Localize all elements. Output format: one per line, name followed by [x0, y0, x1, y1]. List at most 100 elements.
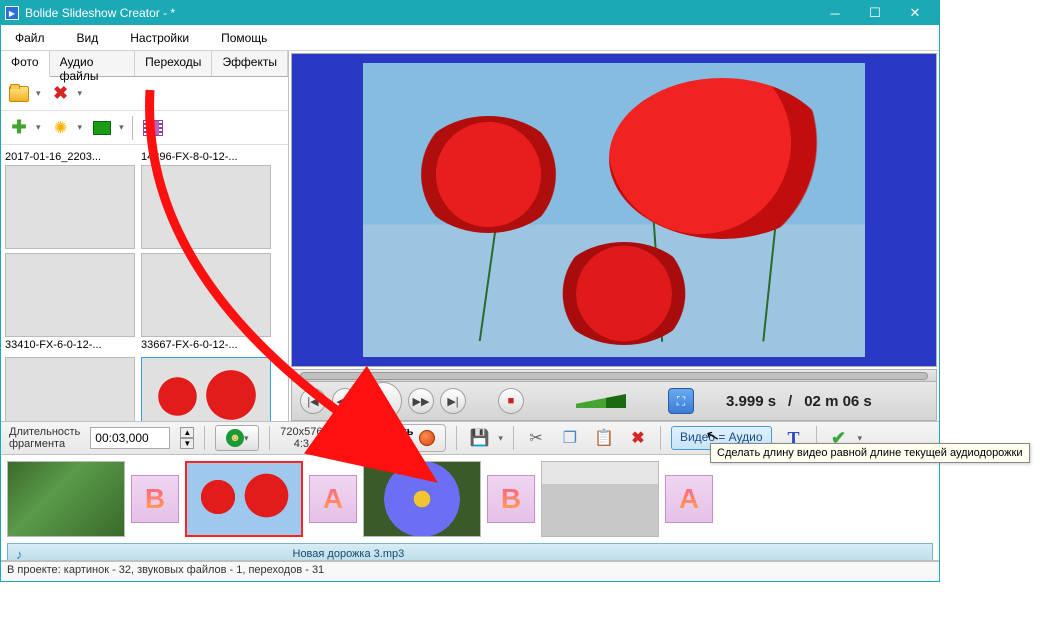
separator [660, 426, 661, 450]
movie-button[interactable] [141, 116, 165, 140]
open-folder-button[interactable] [7, 82, 31, 106]
add-button[interactable]: ✚ [7, 116, 31, 140]
save-label-1: Сохранить [355, 426, 414, 438]
left-panel: Фото Аудио файлы Переходы Эффекты ▾ ✖ ▾ … [1, 51, 289, 421]
main-area: Фото Аудио файлы Переходы Эффекты ▾ ✖ ▾ … [1, 51, 939, 421]
save-disk-button[interactable]: 💾 [467, 426, 491, 450]
menu-view[interactable]: Вид [71, 28, 105, 48]
preview-image [363, 63, 865, 356]
delete-button[interactable]: ✖ [49, 82, 73, 106]
separator [333, 426, 334, 450]
stop-button[interactable]: ■ [498, 388, 524, 414]
goto-start-button[interactable]: |◀ [300, 388, 326, 414]
cut-button[interactable]: ✂ [524, 426, 548, 450]
timeline: B A B A ♪ Новая дорожка 3.mp3 [1, 455, 939, 561]
paste-button[interactable]: 📋 [592, 426, 616, 450]
dropdown-icon[interactable]: ▾ [78, 88, 83, 99]
tooltip: Сделать длину видео равной длине текущей… [710, 443, 1030, 463]
transition-clip[interactable]: B [487, 475, 535, 523]
face-button[interactable]: ☻▾ [215, 425, 259, 451]
prev-button[interactable]: ◀◀ [332, 388, 358, 414]
face-icon: ☻ [226, 429, 244, 447]
thumb-item[interactable]: 14296-FX-8-0-12-... [141, 149, 273, 249]
thumb-image [141, 253, 271, 337]
timeline-clip[interactable] [541, 461, 659, 537]
close-button[interactable]: ✕ [895, 1, 935, 25]
thumb-item[interactable]: 33410-FX-6-0-12-... [5, 253, 137, 353]
duration-input[interactable] [90, 427, 170, 449]
tab-audio[interactable]: Аудио файлы [50, 51, 136, 76]
transition-letter: A [679, 483, 699, 515]
save-video-button[interactable]: Сохранитьвидео [344, 424, 447, 452]
maximize-button[interactable]: ☐ [855, 1, 895, 25]
thumb-image [5, 357, 135, 421]
timeline-clip[interactable] [7, 461, 125, 537]
preview-panel: |◀ ◀◀ ▶ ▶▶ ▶| ■ ⛶ 3.999 s / 02 m 06 s [289, 51, 939, 421]
menubar: Файл Вид Настройки Помощь [1, 25, 939, 51]
thumb-label: 2017-01-16_2203... [5, 149, 137, 165]
sun-icon: ✺ [54, 118, 67, 138]
aspect-value: 4:3 [280, 438, 322, 450]
transition-letter: B [501, 483, 521, 515]
timeline-clip[interactable] [363, 461, 481, 537]
plus-icon: ✚ [11, 120, 27, 136]
effect-button[interactable]: ✺ [49, 116, 73, 140]
app-icon [5, 6, 19, 20]
color-swatch-icon [93, 121, 111, 135]
transition-clip[interactable]: A [309, 475, 357, 523]
app-window: Bolide Slideshow Creator - * ─ ☐ ✕ Файл … [0, 0, 940, 582]
film-icon [143, 120, 163, 136]
minimize-button[interactable]: ─ [815, 1, 855, 25]
time-total: 02 m 06 s [804, 393, 872, 410]
video-track: B A B A [1, 455, 939, 543]
tab-transitions[interactable]: Переходы [135, 51, 212, 76]
timeline-clip[interactable] [185, 461, 303, 537]
player-controls: |◀ ◀◀ ▶ ▶▶ ▶| ■ ⛶ 3.999 s / 02 m 06 s [291, 381, 937, 421]
save-label-2: видео [355, 438, 414, 450]
window-title: Bolide Slideshow Creator - * [25, 6, 815, 20]
fullscreen-button[interactable]: ⛶ [668, 388, 694, 414]
dropdown-icon[interactable]: ▾ [119, 122, 124, 133]
volume-icon[interactable] [576, 394, 626, 408]
next-button[interactable]: ▶▶ [408, 388, 434, 414]
duration-stepper[interactable]: ▲▼ [180, 427, 194, 449]
audio-track-name: Новая дорожка 3.mp3 [293, 548, 405, 560]
step-up-icon[interactable]: ▲ [180, 427, 194, 438]
dropdown-icon[interactable]: ▾ [858, 433, 863, 444]
transition-clip[interactable]: B [131, 475, 179, 523]
tab-photo[interactable]: Фото [1, 51, 50, 77]
resolution-text: 720x576 4:3 [280, 426, 322, 450]
menu-file[interactable]: Файл [9, 28, 51, 48]
dropdown-icon[interactable]: ▾ [36, 122, 41, 133]
goto-end-button[interactable]: ▶| [440, 388, 466, 414]
dropdown-icon[interactable]: ▾ [78, 122, 83, 133]
folder-icon [9, 86, 29, 102]
thumb-item[interactable]: 33667-FX-6-0-12-... [141, 253, 273, 353]
transition-clip[interactable]: A [665, 475, 713, 523]
status-text: В проекте: картинок - 32, звуковых файло… [7, 564, 324, 576]
tab-effects[interactable]: Эффекты [212, 51, 288, 76]
thumb-item[interactable]: 37055-FX-6-0-12-... [141, 357, 273, 421]
play-button[interactable]: ▶ [364, 382, 402, 420]
resolution-value: 720x576 [280, 426, 322, 438]
copy-button[interactable]: ❐ [558, 426, 582, 450]
dropdown-icon[interactable]: ▾ [36, 88, 41, 99]
delete-clip-button[interactable]: ✖ [626, 426, 650, 450]
menu-help[interactable]: Помощь [215, 28, 273, 48]
step-down-icon[interactable]: ▼ [180, 438, 194, 449]
thumb-item[interactable]: 2017-01-16_2203... [5, 149, 137, 249]
transition-letter: A [323, 483, 343, 515]
playback-track[interactable] [300, 372, 928, 380]
color-button[interactable] [90, 116, 114, 140]
dropdown-icon[interactable]: ▾ [498, 433, 503, 444]
audio-track[interactable]: ♪ Новая дорожка 3.mp3 [7, 543, 933, 561]
menu-settings[interactable]: Настройки [124, 28, 195, 48]
preview-viewport [291, 53, 937, 367]
x-icon: ✖ [53, 83, 68, 104]
thumbnail-grid: 2017-01-16_2203... 14296-FX-8-0-12-... 3… [1, 145, 288, 421]
separator [269, 426, 270, 450]
thumb-image [141, 357, 271, 421]
thumb-item[interactable]: 33743-FX-6-0-12-... [5, 357, 137, 421]
thumb-label: 33667-FX-6-0-12-... [141, 337, 273, 353]
thumb-image [141, 165, 271, 249]
